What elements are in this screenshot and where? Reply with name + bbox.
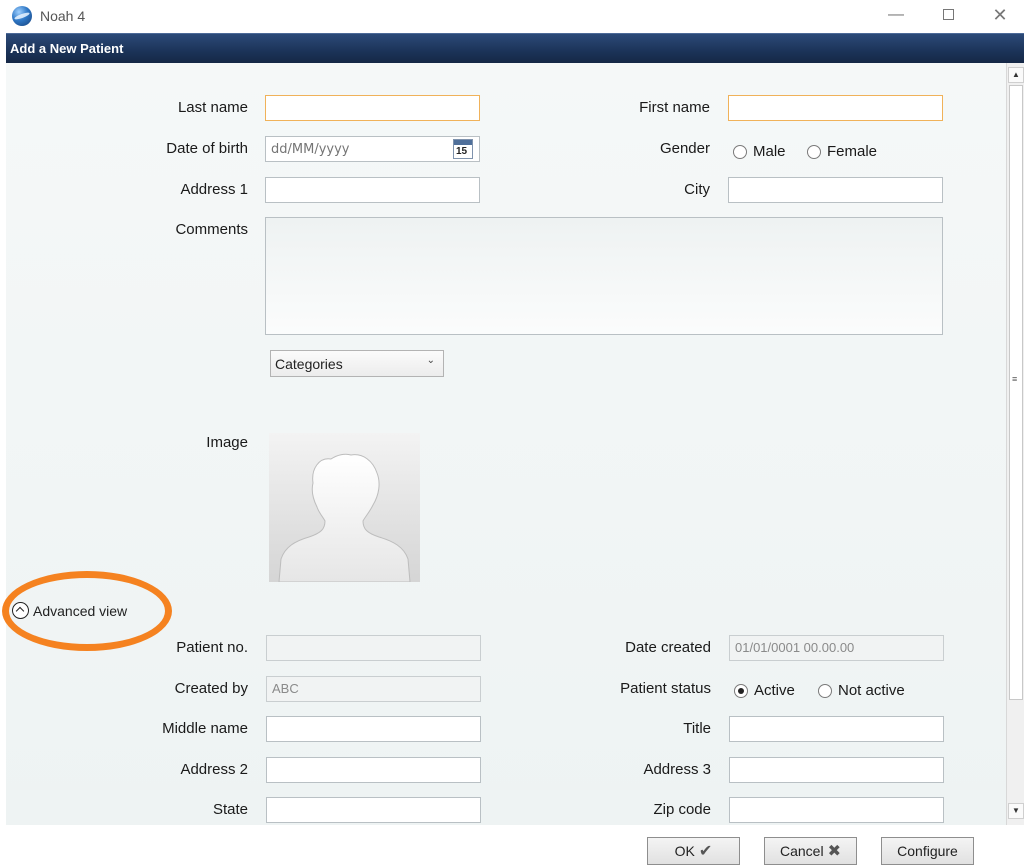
categories-dropdown[interactable]: Categories ⌄ [270,350,444,377]
x-icon: ✖ [827,843,841,860]
zip-code-label: Zip code [653,801,711,818]
window-title: Noah 4 [40,8,86,24]
advanced-view-label: Advanced view [33,602,128,619]
configure-button[interactable]: Configure [881,837,974,865]
gender-female-option[interactable]: Female [807,143,877,160]
noah-app-icon [12,6,32,26]
gender-male-option[interactable]: Male [733,143,786,160]
zip-code-input[interactable] [735,803,938,818]
last-name-field[interactable] [265,95,480,121]
gender-male-radio[interactable] [733,144,747,159]
comments-textarea[interactable] [265,217,943,335]
address1-field[interactable] [265,177,480,203]
title-input[interactable] [735,722,938,737]
status-active-option[interactable]: Active [734,682,795,699]
calendar-day: 15 [456,146,468,157]
ok-button[interactable]: OK ✔ [647,837,740,865]
categories-label: Categories [275,356,343,372]
calendar-icon[interactable]: 15 [453,139,473,159]
chevron-up-circle-icon [12,602,29,619]
zip-code-field[interactable] [729,797,944,823]
maximize-icon [942,9,954,20]
address3-label: Address 3 [643,761,711,778]
cancel-button[interactable]: Cancel ✖ [764,837,857,865]
advanced-view-toggle[interactable]: Advanced view [12,602,127,619]
state-input[interactable] [272,803,475,818]
patient-image-placeholder[interactable] [269,433,420,582]
window-titlebar: Noah 4 — ✕ [0,0,1024,33]
configure-label: Configure [897,843,958,859]
patient-status-label: Patient status [620,680,711,697]
middle-name-label: Middle name [162,720,248,737]
patient-no-label: Patient no. [176,639,248,656]
last-name-label: Last name [177,99,248,116]
maximize-button[interactable] [933,4,963,26]
status-active-radio[interactable] [734,683,748,698]
checkmark-icon: ✔ [698,843,713,860]
middle-name-field[interactable] [266,716,481,742]
address2-field[interactable] [266,757,481,783]
last-name-input[interactable] [271,101,474,116]
date-created-label: Date created [625,639,711,656]
address3-field[interactable] [729,757,944,783]
status-not-active-label: Not active [838,682,905,699]
created-by-label: Created by [174,680,248,697]
city-field[interactable] [728,177,943,203]
first-name-input[interactable] [734,101,937,116]
scroll-up-button[interactable]: ▲ [1008,67,1024,83]
title-label: Title [683,720,711,737]
close-button[interactable]: ✕ [985,4,1015,26]
state-field[interactable] [266,797,481,823]
status-not-active-option[interactable]: Not active [818,682,905,699]
created-by-field: ABC [266,676,481,702]
address2-input[interactable] [272,763,475,778]
chevron-down-icon: ⌄ [426,355,435,366]
scroll-down-button[interactable]: ▼ [1008,803,1024,819]
state-label: State [212,801,248,818]
dialog-title: Add a New Patient [10,41,124,56]
first-name-label: First name [639,99,710,116]
image-label: Image [206,434,248,451]
date-created-field: 01/01/0001 00.00.00 [729,635,944,661]
status-active-label: Active [754,682,795,699]
address1-label: Address 1 [180,181,248,198]
status-not-active-radio[interactable] [818,683,832,698]
address1-input[interactable] [271,183,474,198]
date-of-birth-input[interactable] [271,142,441,157]
comments-label: Comments [175,221,248,238]
title-field[interactable] [729,716,944,742]
city-label: City [684,181,710,198]
address3-input[interactable] [735,763,938,778]
date-of-birth-field[interactable]: 15 [265,136,480,162]
minimize-button[interactable]: — [881,4,911,26]
gender-label: Gender [659,140,710,157]
cancel-label: Cancel [780,843,824,859]
gender-male-label: Male [753,143,786,160]
city-input[interactable] [734,183,937,198]
gender-female-label: Female [827,143,878,160]
first-name-field[interactable] [728,95,943,121]
ok-label: OK [674,843,695,859]
scroll-thumb[interactable]: ≡ [1009,85,1023,700]
patient-no-field [266,635,481,661]
date-of-birth-label: Date of birth [166,140,248,157]
dialog-header: Add a New Patient [6,33,1024,63]
dialog-footer [0,825,1024,868]
address2-label: Address 2 [180,761,248,778]
person-silhouette-icon [278,453,411,582]
middle-name-input[interactable] [272,722,475,737]
gender-female-radio[interactable] [807,144,821,159]
vertical-scrollbar[interactable]: ▲ ≡ ▼ [1006,63,1024,825]
grip-icon: ≡ [1012,374,1018,384]
